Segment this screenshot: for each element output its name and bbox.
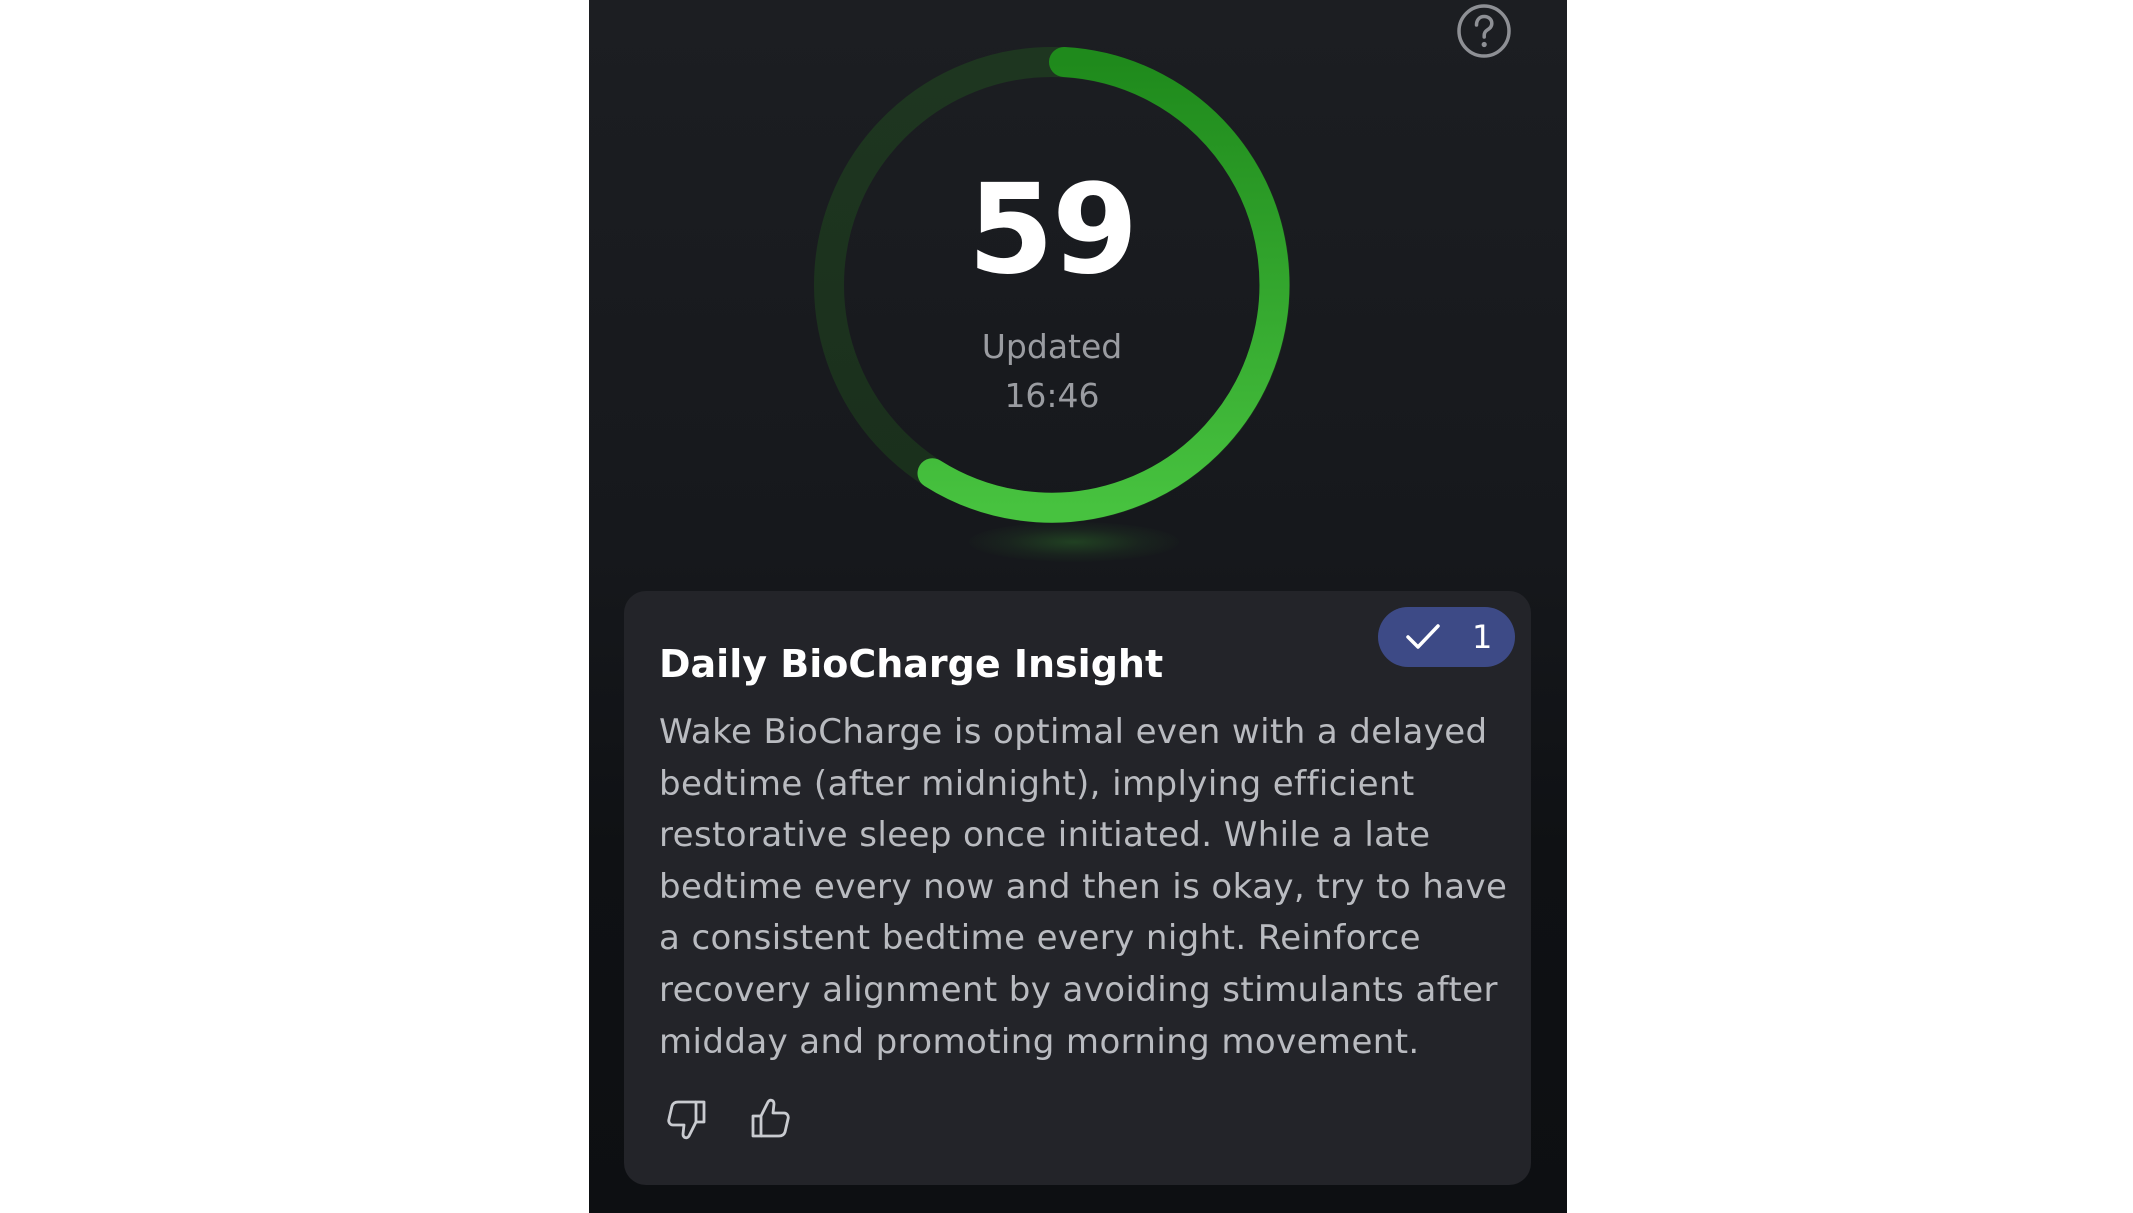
thumbs-up-icon	[751, 1098, 790, 1138]
ring-glow	[969, 522, 1179, 562]
biocharge-ring: 59 Updated 16:46	[814, 47, 1290, 523]
insight-body: Wake BioCharge is optimal even with a de…	[659, 712, 1508, 1062]
help-button[interactable]	[1456, 3, 1512, 59]
completed-badge[interactable]: 1	[1378, 607, 1515, 667]
check-icon	[1406, 624, 1440, 649]
updated-label: Updated	[981, 327, 1123, 366]
help-circle-icon	[1457, 4, 1511, 58]
biocharge-score: 59	[967, 158, 1139, 302]
thumbs-up-button[interactable]	[740, 1089, 800, 1149]
badge-count: 1	[1472, 618, 1493, 656]
thumbs-down-icon	[667, 1100, 706, 1140]
thumbs-down-button[interactable]	[657, 1089, 717, 1149]
updated-time: 16:46	[1004, 376, 1100, 415]
insight-card: 1 Daily BioCharge Insight Wake BioCharge…	[624, 591, 1531, 1185]
insight-title: Daily BioCharge Insight	[659, 642, 1164, 686]
biocharge-screen: 59 Updated 16:46 1 Daily BioCharge Insig…	[589, 0, 1567, 1213]
